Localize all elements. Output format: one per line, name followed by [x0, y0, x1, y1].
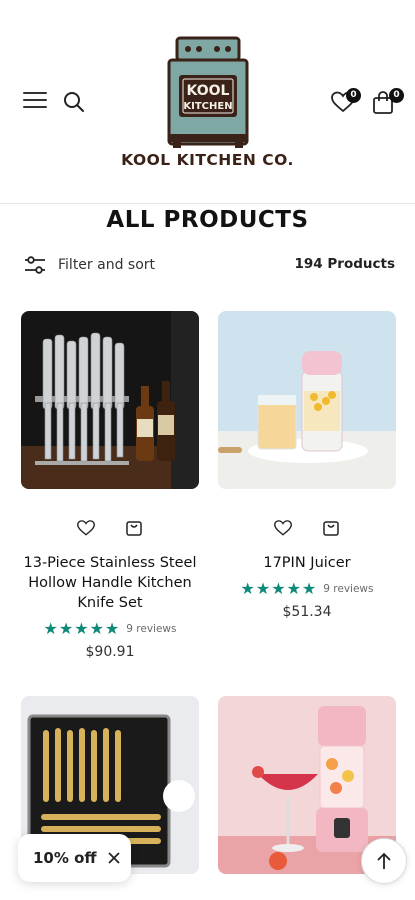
product-rating: ★★★★★ 9 reviews: [218, 579, 396, 598]
discount-label[interactable]: 10% off: [33, 849, 97, 867]
wishlist-button[interactable]: 0: [330, 88, 361, 116]
product-card: 17PIN Juicer ★★★★★ 9 reviews $51.34: [218, 311, 396, 620]
cart-button[interactable]: 0: [372, 88, 404, 116]
filter-and-sort-button[interactable]: Filter and sort: [24, 254, 155, 276]
star-rating-icon: ★★★★★: [43, 619, 121, 638]
product-title[interactable]: 17PIN Juicer: [218, 553, 396, 573]
page-title: ALL PRODUCTS: [106, 207, 309, 233]
discount-popup[interactable]: 10% off: [18, 834, 131, 882]
filter-label: Filter and sort: [58, 257, 156, 273]
product-image-knife-set[interactable]: [21, 311, 199, 489]
heart-icon: [77, 520, 95, 536]
site-header: KOOL KITCHEN KOOL KITCHEN CO. 0 0: [0, 0, 415, 204]
sliders-icon: [25, 256, 45, 274]
product-image-juicer[interactable]: [218, 311, 396, 489]
quick-add-cart-button[interactable]: [123, 517, 145, 539]
search-icon[interactable]: [62, 90, 86, 114]
product-price: $90.91: [85, 644, 135, 660]
close-icon[interactable]: [107, 851, 121, 865]
arrow-up-icon: [377, 852, 391, 869]
product-count: 194 Products: [294, 256, 395, 272]
shopping-bag-icon: [323, 521, 339, 536]
hamburger-menu-icon[interactable]: [23, 92, 47, 112]
scroll-to-top-button[interactable]: [361, 838, 407, 884]
cart-count-badge: 0: [389, 88, 404, 103]
quick-add-cart-button[interactable]: [320, 517, 342, 539]
add-to-wishlist-button[interactable]: [75, 517, 97, 539]
review-count: 9 reviews: [323, 582, 374, 595]
logo-sign-top: KOOL: [187, 83, 230, 99]
product-price: $51.34: [282, 604, 332, 620]
product-card: 13-Piece Stainless Steel Hollow Handle K…: [21, 311, 199, 660]
heart-icon: [274, 520, 292, 536]
product-rating: ★★★★★ 9 reviews: [21, 619, 199, 638]
add-to-wishlist-button[interactable]: [272, 517, 294, 539]
shopping-bag-icon: [126, 521, 142, 536]
review-count: 9 reviews: [126, 622, 177, 635]
store-name: KOOL KITCHEN CO.: [121, 151, 294, 169]
wishlist-count-badge: 0: [346, 88, 361, 103]
star-rating-icon: ★★★★★: [240, 579, 318, 598]
product-title[interactable]: 13-Piece Stainless Steel Hollow Handle K…: [21, 553, 199, 613]
logo-sign-bottom: KITCHEN: [183, 101, 232, 112]
